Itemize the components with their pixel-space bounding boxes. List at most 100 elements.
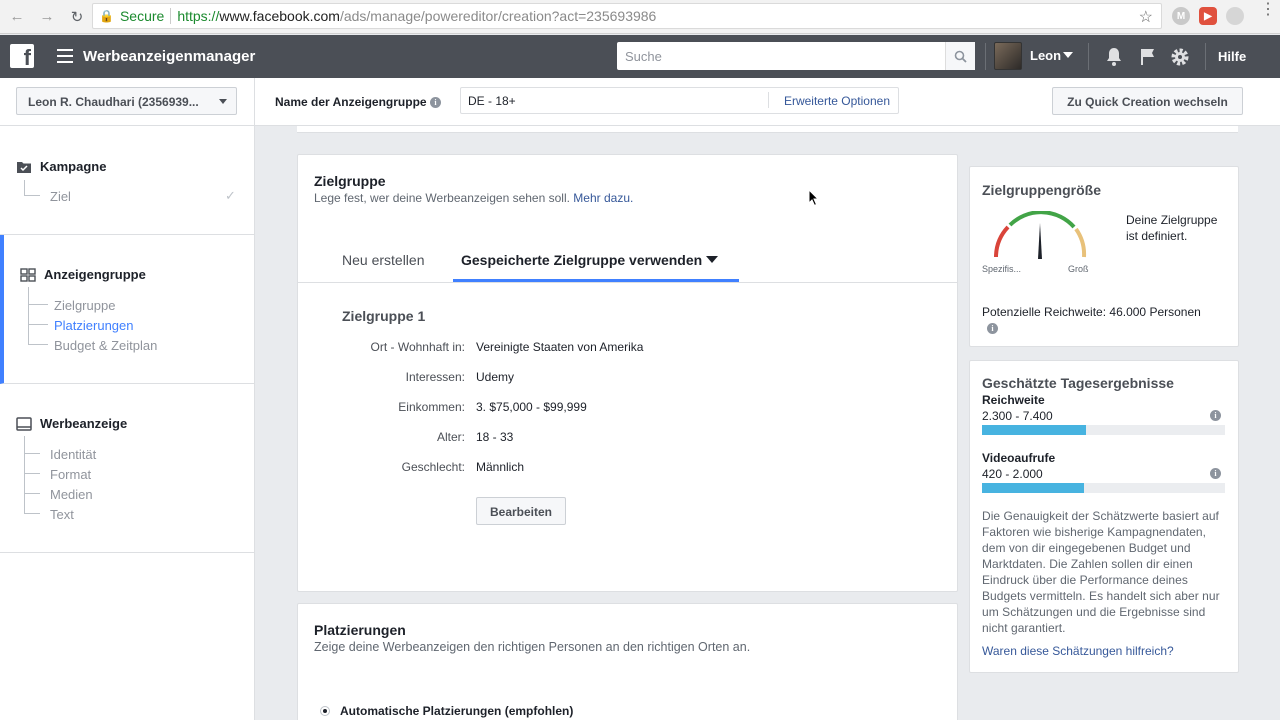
search-input[interactable] xyxy=(617,42,945,70)
bookmark-star-icon[interactable]: ☆ xyxy=(1139,7,1153,27)
audience-row-label: Interessen: xyxy=(405,370,465,384)
saved-audience-name: Zielgruppe 1 xyxy=(342,308,426,324)
tree-line xyxy=(24,453,40,454)
automatic-placements-radio[interactable] xyxy=(320,706,330,716)
sidebar-item-text[interactable]: Text xyxy=(50,507,74,522)
topbar-divider xyxy=(985,43,986,70)
info-icon[interactable]: i xyxy=(987,323,998,334)
video-views-bar xyxy=(982,483,1225,493)
placements-card-subtitle: Zeige deine Werbeanzeigen den richtigen … xyxy=(314,640,751,654)
tab-create-new[interactable]: Neu erstellen xyxy=(342,252,425,268)
address-bar[interactable]: 🔒 Secure https://www.facebook.com/ads/ma… xyxy=(92,3,1162,29)
sidebar-item-budget[interactable]: Budget & Zeitplan xyxy=(54,338,157,353)
adgroup-name-label: Name der Anzeigengruppe i xyxy=(275,95,441,109)
reach-label: Reichweite xyxy=(982,393,1045,407)
sidebar-item-adgroup[interactable]: Anzeigengruppe xyxy=(20,267,146,282)
info-icon[interactable]: i xyxy=(429,97,441,109)
ad-screen-icon xyxy=(16,416,32,431)
avatar[interactable] xyxy=(994,42,1022,70)
grid-icon xyxy=(20,267,36,282)
sidebar-item-zielgruppe[interactable]: Zielgruppe xyxy=(54,298,115,313)
info-icon[interactable]: i xyxy=(1210,410,1221,421)
lock-icon: 🔒 xyxy=(99,9,114,23)
quick-creation-button[interactable]: Zu Quick Creation wechseln xyxy=(1052,87,1243,115)
forward-icon[interactable]: → xyxy=(36,6,58,28)
facebook-logo[interactable]: f xyxy=(10,44,34,69)
sidebar-item-ad[interactable]: Werbeanzeige xyxy=(16,416,127,431)
address-divider xyxy=(170,8,172,24)
adgroup-name-label-text: Name der Anzeigengruppe xyxy=(275,95,427,109)
info-icon[interactable]: i xyxy=(1210,468,1221,479)
audience-size-gauge xyxy=(994,211,1087,259)
sidebar-section-adgroup: Anzeigengruppe Zielgruppe Platzierungen … xyxy=(0,235,254,384)
previous-card-edge xyxy=(297,126,1238,133)
tree-line xyxy=(28,344,48,345)
input-divider xyxy=(768,92,769,108)
edit-audience-button[interactable]: Bearbeiten xyxy=(476,497,566,525)
audience-row-value: 18 - 33 xyxy=(476,430,514,444)
sidebar-item-identitaet[interactable]: Identität xyxy=(50,447,96,462)
main-content: Zielgruppe Lege fest, wer deine Werbeanz… xyxy=(255,126,1280,720)
gauge-label-specific: Spezifis... xyxy=(982,264,1022,274)
header-divider xyxy=(254,78,255,126)
browser-toolbar: ← → ↻ 🔒 Secure https://www.facebook.com /… xyxy=(0,0,1280,34)
audience-card: Zielgruppe Lege fest, wer deine Werbeanz… xyxy=(297,154,958,592)
hamburger-menu-icon[interactable] xyxy=(57,49,73,63)
audience-row-value: Männlich xyxy=(476,460,525,474)
estimate-feedback-link[interactable]: Waren diese Schätzungen hilfreich? xyxy=(982,644,1174,658)
audience-row-value: Udemy xyxy=(476,370,515,384)
tree-line xyxy=(24,180,25,196)
account-selector[interactable]: Leon R. Chaudhari (2356939... xyxy=(16,87,237,115)
topbar-divider xyxy=(1088,43,1089,70)
advanced-options-link[interactable]: Erweiterte Optionen xyxy=(784,94,890,108)
sidebar-campaign-label: Kampagne xyxy=(40,159,107,174)
sidebar-item-platzierungen[interactable]: Platzierungen xyxy=(54,318,134,333)
audience-row-label: Einkommen: xyxy=(398,400,465,414)
extension-grey-icon[interactable] xyxy=(1226,7,1244,25)
sidebar-section-campaign: Kampagne Ziel ✓ xyxy=(0,126,254,235)
caret-down-icon xyxy=(706,256,719,263)
daily-results-card: Geschätzte Tagesergebnisse Reichweite 2.… xyxy=(969,360,1239,673)
gear-icon[interactable] xyxy=(1169,46,1191,68)
help-link[interactable]: Hilfe xyxy=(1218,49,1246,64)
notifications-bell-icon[interactable] xyxy=(1103,46,1125,68)
sidebar-ad-label: Werbeanzeige xyxy=(40,416,128,431)
learn-more-link[interactable]: Mehr dazu. xyxy=(573,191,633,205)
checkmark-icon: ✓ xyxy=(225,188,236,203)
extension-m-icon[interactable]: M xyxy=(1172,7,1190,25)
reach-bar-fill xyxy=(982,425,1087,435)
tree-line xyxy=(24,513,40,514)
video-views-value: 420 - 2.000 xyxy=(982,467,1043,481)
video-views-bar-fill xyxy=(982,483,1085,493)
adgroup-name-input[interactable]: DE - 18+ Erweiterte Optionen xyxy=(460,87,899,114)
user-name[interactable]: Leon xyxy=(1030,48,1061,63)
search-button[interactable] xyxy=(945,42,975,70)
sidebar-item-campaign[interactable]: Kampagne xyxy=(16,159,106,174)
url-host: www.facebook.com xyxy=(219,8,340,24)
extension-record-icon[interactable]: ▶ xyxy=(1199,7,1217,25)
audience-row-value: 3. $75,000 - $99,999 xyxy=(476,400,587,414)
automatic-placements-label[interactable]: Automatische Platzierungen (empfohlen) xyxy=(340,704,573,718)
reload-icon[interactable]: ↻ xyxy=(66,6,88,28)
tab-saved-audience[interactable]: Gespeicherte Zielgruppe verwenden xyxy=(461,252,719,268)
tree-line xyxy=(28,304,48,305)
user-menu-caret-icon[interactable] xyxy=(1063,52,1073,58)
flag-icon[interactable] xyxy=(1137,46,1159,68)
browser-menu-icon[interactable]: ⋮ xyxy=(1260,2,1276,18)
app-title[interactable]: Werbeanzeigenmanager xyxy=(83,48,255,65)
back-icon[interactable]: ← xyxy=(6,6,28,28)
tree-line xyxy=(28,287,29,345)
adgroup-name-value: DE - 18+ xyxy=(468,94,516,108)
account-name: Leon R. Chaudhari (2356939... xyxy=(28,95,199,109)
audience-card-title: Zielgruppe xyxy=(314,173,386,189)
sidebar-item-medien[interactable]: Medien xyxy=(50,487,93,502)
tree-line xyxy=(24,493,40,494)
audience-size-title: Zielgruppengröße xyxy=(982,182,1101,198)
tree-line xyxy=(24,473,40,474)
url-path: /ads/manage/powereditor/creation?act=235… xyxy=(339,8,657,24)
sidebar-item-ziel[interactable]: Ziel xyxy=(50,189,71,204)
audience-row-income: Einkommen: 3. $75,000 - $99,999 xyxy=(298,400,958,416)
sidebar-item-format[interactable]: Format xyxy=(50,467,91,482)
daily-results-title: Geschätzte Tagesergebnisse xyxy=(982,375,1174,391)
tree-line xyxy=(24,436,25,514)
